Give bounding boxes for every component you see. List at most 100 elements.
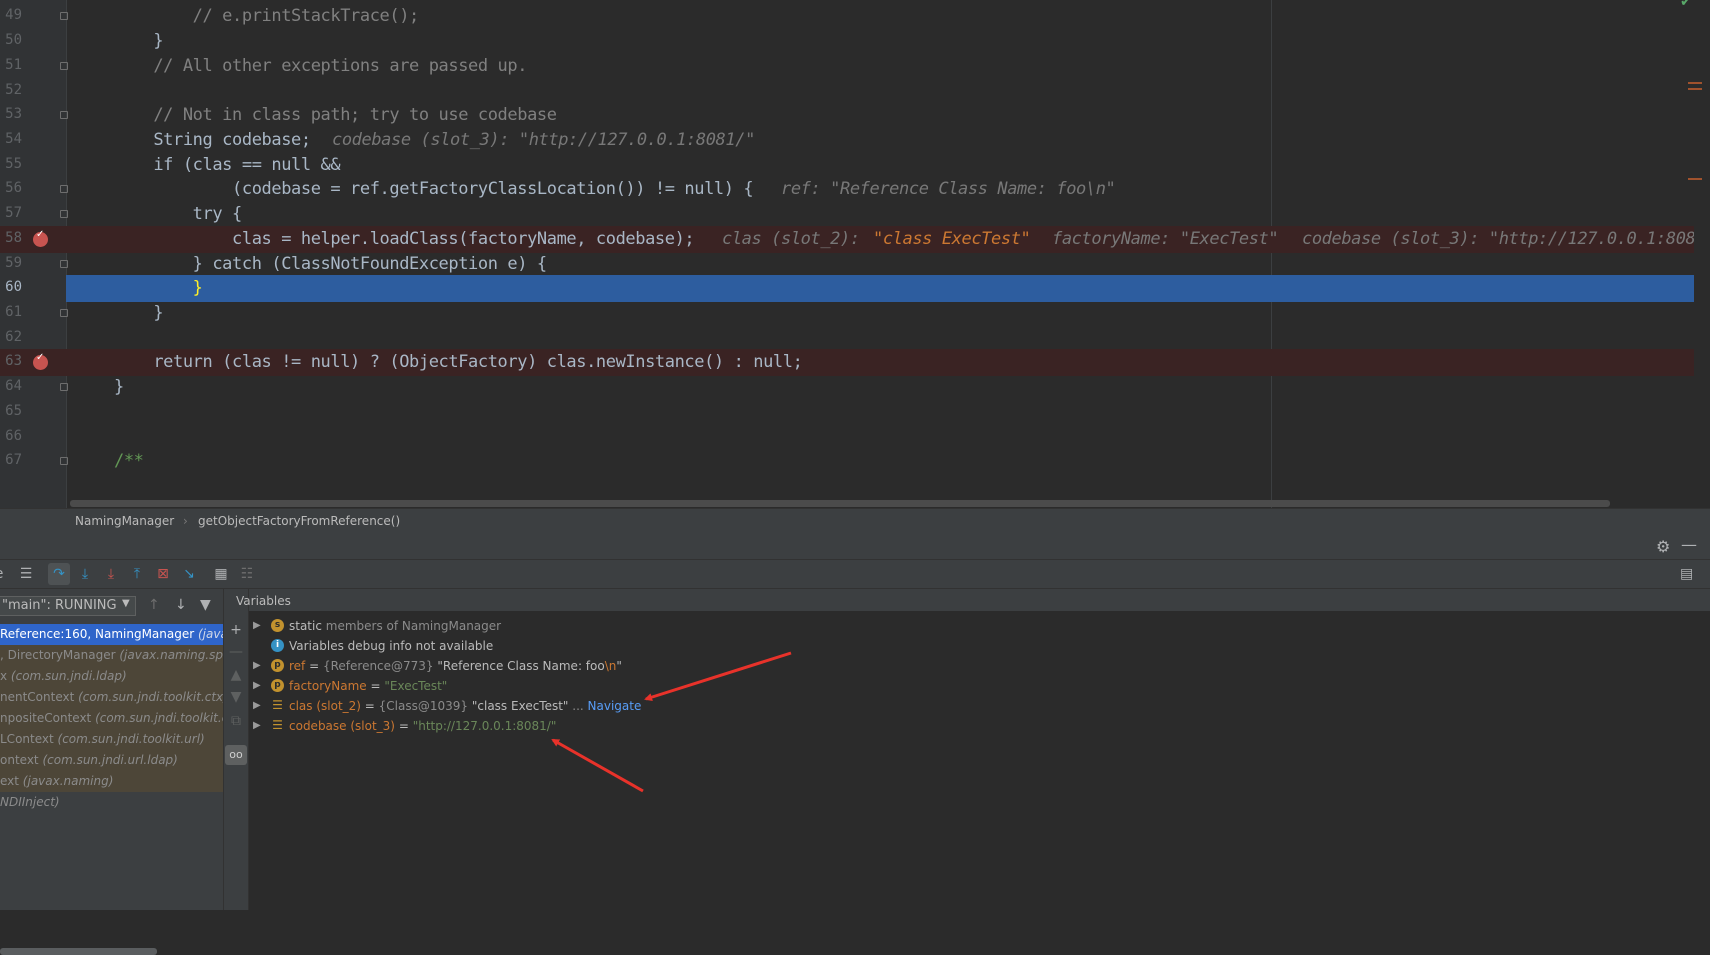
code-text: if (clas == null && (114, 155, 341, 175)
remove-watch-icon[interactable]: — (228, 644, 244, 660)
debug-title-bar: ⚙ — (0, 535, 1710, 560)
code-line[interactable]: 52 (0, 78, 1700, 105)
step-out-icon[interactable]: ⤒ (126, 563, 148, 585)
copy-icon[interactable]: ⧉ (228, 713, 244, 729)
debug-tool-window: ⚙ — e ☰ ↷ ⤓ ⤓ ⤒ ⊠ ↘ ▦ ☷ ▤ "main": RUNNIN… (0, 535, 1710, 955)
breadcrumb-method[interactable]: getObjectFactoryFromReference() (198, 514, 400, 528)
filter-icon[interactable]: ▼ (200, 597, 211, 613)
stack-frame[interactable]: npositeContext (com.sun.jndi.toolkit.ctx… (0, 708, 223, 729)
stack-frame[interactable]: LContext (com.sun.jndi.toolkit.url) (0, 729, 223, 750)
arrow-down-icon[interactable]: ↓ (175, 597, 187, 613)
expand-arrow-icon[interactable]: ▶ (253, 616, 261, 636)
debug-toolbar: e ☰ ↷ ⤓ ⤓ ⤒ ⊠ ↘ ▦ ☷ ▤ (0, 560, 1710, 589)
code-line[interactable]: 64 } (0, 374, 1700, 401)
frames-panel: "main": RUNNING ▼ ↑ ↓ ▼ Reference:160, N… (0, 589, 224, 955)
variable-name: ref (289, 659, 306, 673)
inline-debug-value: ref: "Reference Class Name: foo\n" (781, 179, 1116, 199)
arrow-up-icon[interactable]: ↑ (148, 597, 160, 613)
stack-frame[interactable]: NDIInject) (0, 792, 223, 813)
breadcrumb-class[interactable]: NamingManager (75, 514, 174, 528)
drop-frame-icon[interactable]: ⊠ (152, 563, 174, 585)
code-line[interactable]: 56 (codebase = ref.getFactoryClassLocati… (0, 176, 1700, 203)
evaluate-expression-icon[interactable]: ▦ (210, 563, 232, 585)
variables-title: Variables (236, 594, 291, 608)
fold-marker-icon[interactable] (60, 210, 68, 218)
fold-marker-icon[interactable] (60, 12, 68, 20)
console-tab-icon[interactable]: e (0, 563, 10, 585)
frame-method: , DirectoryManager (0, 648, 120, 662)
step-into-icon[interactable]: ⤓ (74, 563, 96, 585)
navigate-link[interactable]: Navigate (588, 699, 642, 713)
code-line[interactable]: 67 /** (0, 448, 1700, 475)
code-line[interactable]: 50 } (0, 28, 1700, 55)
editor-horizontal-scrollbar[interactable] (70, 500, 1610, 507)
code-line[interactable]: 54 String codebase; codebase (slot_3): "… (0, 127, 1700, 154)
code-line[interactable]: 62 (0, 325, 1700, 352)
code-text: try { (114, 204, 243, 224)
fold-marker-icon[interactable] (60, 62, 68, 70)
force-step-into-icon[interactable]: ⤓ (100, 563, 122, 585)
stack-frame[interactable]: , DirectoryManager (javax.naming.spi) (0, 645, 223, 666)
fold-marker-icon[interactable] (60, 185, 68, 193)
gear-icon[interactable]: ⚙ (1656, 537, 1670, 556)
stack-frame[interactable]: ext (javax.naming) (0, 771, 223, 792)
frame-method: ext (0, 774, 23, 788)
code-editor[interactable]: 49 // e.printStackTrace(); 50 } 51 // Al… (0, 0, 1710, 508)
thread-dropdown[interactable]: "main": RUNNING ▼ (0, 596, 136, 616)
expand-arrow-icon[interactable]: ▶ (253, 676, 261, 696)
add-watch-icon[interactable]: + (228, 622, 244, 638)
stripe-marker[interactable] (1688, 178, 1702, 180)
show-watches-icon[interactable]: oo (225, 745, 247, 765)
code-line[interactable]: 61 } (0, 300, 1700, 327)
line-number: 67 (5, 452, 22, 468)
expand-arrow-icon[interactable]: ▶ (253, 656, 261, 676)
code-line[interactable]: 65 (0, 399, 1700, 426)
line-number: 51 (5, 57, 22, 73)
move-up-icon[interactable]: ▲ (228, 667, 244, 683)
line-number: 58 (5, 230, 22, 246)
step-over-icon[interactable]: ↷ (48, 563, 70, 585)
minimize-icon[interactable]: — (1681, 535, 1697, 554)
code-line[interactable]: 49 // e.printStackTrace(); (0, 3, 1700, 30)
fold-marker-icon[interactable] (60, 457, 68, 465)
stack-frame[interactable]: nentContext (com.sun.jndi.toolkit.ctx) (0, 687, 223, 708)
trace-current-stream-icon[interactable]: ☷ (236, 563, 258, 585)
run-to-cursor-icon[interactable]: ↘ (178, 563, 200, 585)
static-keyword: static (289, 619, 322, 633)
frame-package: (com.sun.jndi.ldap) (10, 669, 127, 683)
restore-layout-icon[interactable]: ▤ (1680, 566, 1693, 582)
code-line: } (0, 275, 1700, 302)
code-text: } catch (ClassNotFoundException e) { (114, 254, 547, 274)
code-line-breakpoint[interactable]: 63 return (clas != null) ? (ObjectFactor… (0, 349, 1700, 376)
code-line[interactable]: 53 // Not in class path; try to use code… (0, 102, 1700, 129)
inspection-ok-icon[interactable]: ✔ (1680, 0, 1692, 10)
breakpoint-icon[interactable] (33, 352, 48, 370)
expand-arrow-icon[interactable]: ▶ (253, 716, 261, 736)
move-down-icon[interactable]: ▼ (228, 689, 244, 705)
stripe-marker[interactable] (1688, 88, 1702, 90)
code-text: } (114, 278, 203, 298)
show-execution-point-icon[interactable]: ☰ (15, 563, 37, 585)
code-line[interactable]: 66 (0, 424, 1700, 451)
code-line[interactable]: 55 if (clas == null && (0, 152, 1700, 179)
fold-marker-icon[interactable] (60, 383, 68, 391)
code-line[interactable]: 59 } catch (ClassNotFoundException e) { (0, 251, 1700, 278)
expand-arrow-icon[interactable]: ▶ (253, 696, 261, 716)
fold-marker-icon[interactable] (60, 111, 68, 119)
stripe-marker[interactable] (1688, 82, 1702, 84)
ellipsis: ... (568, 699, 588, 713)
stack-frame[interactable]: x (com.sun.jndi.ldap) (0, 666, 223, 687)
code-line-breakpoint[interactable]: 58 clas = helper.loadClass(factoryName, … (0, 226, 1700, 253)
stack-frame[interactable]: Reference:160, NamingManager (javax.nami… (0, 624, 223, 645)
chevron-right-icon: › (183, 514, 188, 528)
line-number: 61 (5, 304, 22, 320)
frames-horizontal-scrollbar[interactable] (0, 948, 157, 955)
error-stripe[interactable] (1694, 0, 1710, 508)
stack-frame[interactable]: ontext (com.sun.jndi.url.ldap) (0, 750, 223, 771)
inline-debug-value: codebase (slot_3): "http://127.0.0.1:808 (1302, 229, 1696, 249)
fold-marker-icon[interactable] (60, 260, 68, 268)
breakpoint-icon[interactable] (33, 229, 48, 247)
fold-marker-icon[interactable] (60, 309, 68, 317)
code-line[interactable]: 51 // All other exceptions are passed up… (0, 53, 1700, 80)
code-line[interactable]: 57 try { (0, 201, 1700, 228)
